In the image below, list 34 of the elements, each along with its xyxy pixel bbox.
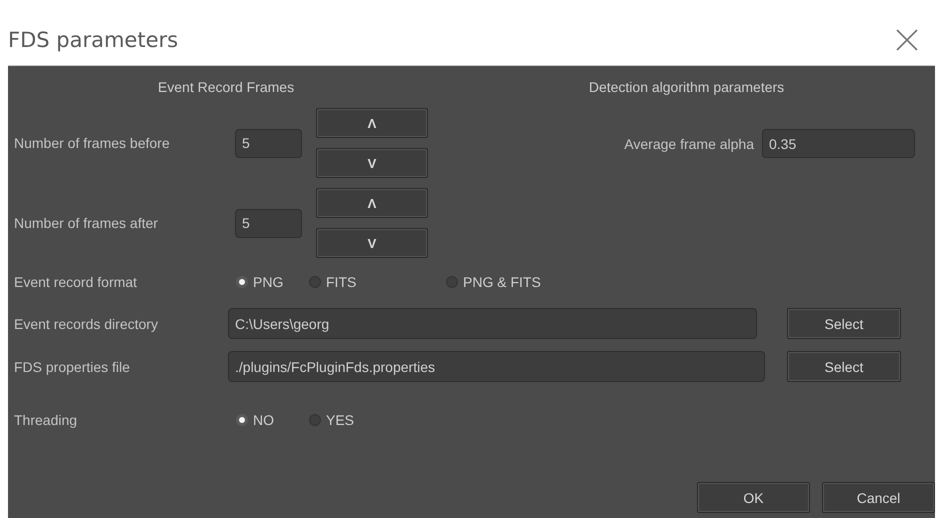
field-label: FDS properties file [14, 358, 131, 374]
field-label: Number of frames after [14, 215, 159, 231]
radio-label[interactable]: NO [253, 412, 274, 428]
radio-button[interactable] [446, 276, 458, 288]
path-field[interactable]: C:\Users\georg [228, 308, 757, 339]
increment-button[interactable]: Λ [316, 108, 428, 138]
increment-button[interactable]: Λ [316, 188, 428, 218]
number-field[interactable]: 0.35 [762, 129, 915, 158]
radio-label[interactable]: FITS [326, 274, 356, 290]
decrement-button[interactable]: V [316, 228, 428, 258]
ok-button[interactable]: OK [697, 482, 810, 513]
number-field[interactable]: 5 [235, 208, 302, 238]
field-label: Number of frames before [14, 135, 171, 151]
number-field[interactable]: 5 [235, 128, 302, 158]
select-button[interactable]: Select [787, 308, 901, 339]
radio-button[interactable] [309, 276, 321, 288]
path-field[interactable]: ./plugins/FcPluginFds.properties [228, 351, 765, 382]
radio-button[interactable] [309, 414, 321, 426]
window-title: FDS parameters [8, 28, 178, 52]
close-icon[interactable] [896, 28, 918, 50]
radio-label[interactable]: PNG [253, 274, 284, 290]
decrement-button[interactable]: V [316, 148, 428, 178]
field-label: Event records directory [14, 316, 159, 332]
section-heading: Detection algorithm parameters [588, 78, 786, 97]
section-heading: Event Record Frames [156, 78, 296, 97]
radio-label[interactable]: YES [326, 412, 354, 428]
radio-button[interactable] [236, 414, 248, 426]
cancel-button[interactable]: Cancel [822, 482, 935, 513]
radio-label[interactable]: PNG & FITS [463, 274, 541, 290]
field-label: Threading [14, 412, 78, 428]
select-button[interactable]: Select [787, 351, 901, 382]
radio-button[interactable] [236, 276, 248, 288]
field-label: Average frame alpha [624, 136, 754, 152]
field-label: Event record format [14, 274, 138, 290]
